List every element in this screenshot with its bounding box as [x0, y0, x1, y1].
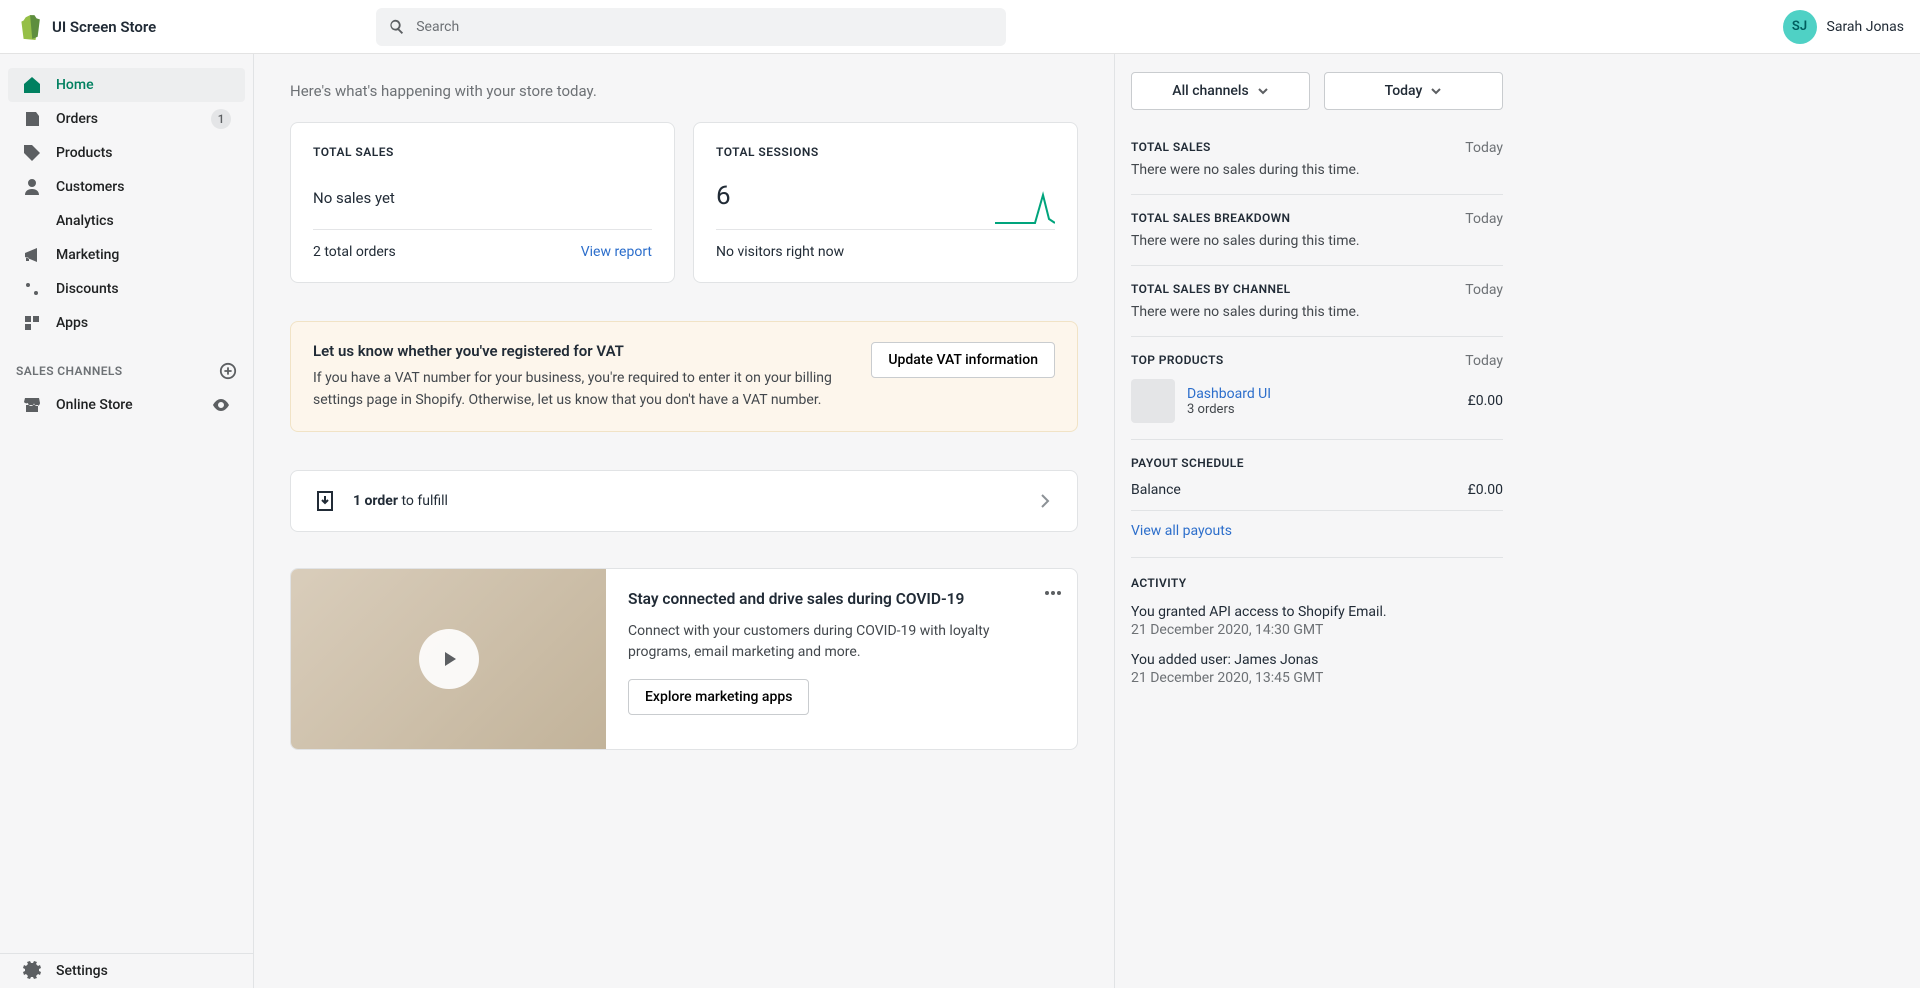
activity-item: You added user: James Jonas 21 December …	[1131, 652, 1503, 686]
sidebar: Home Orders 1 Products Customers Analyti…	[0, 54, 254, 988]
store-icon	[22, 395, 42, 415]
sidebar-item-label: Orders	[56, 111, 98, 127]
megaphone-icon	[22, 245, 42, 265]
activity-section: ACTIVITY You granted API access to Shopi…	[1131, 557, 1503, 686]
greeting-text: Here's what's happening with your store …	[290, 82, 1078, 100]
home-icon	[22, 75, 42, 95]
sidebar-item-discounts[interactable]: Discounts	[8, 272, 245, 306]
sidebar-item-label: Customers	[56, 179, 124, 195]
sidebar-item-label: Analytics	[56, 213, 114, 229]
sidebar-item-label: Discounts	[56, 281, 119, 297]
promo-video-thumb[interactable]	[291, 569, 606, 749]
sales-channels-header: SALES CHANNELS	[0, 340, 253, 388]
product-thumb	[1131, 379, 1175, 423]
promo-card: Stay connected and drive sales during CO…	[290, 568, 1078, 750]
sidebar-item-customers[interactable]: Customers	[8, 170, 245, 204]
chevron-down-icon	[1430, 85, 1442, 97]
banner-body: If you have a VAT number for your busine…	[313, 368, 851, 411]
percent-icon	[22, 279, 42, 299]
shopify-logo	[16, 14, 42, 40]
user-menu[interactable]: SJ Sarah Jonas	[1783, 10, 1904, 44]
sidebar-item-label: Online Store	[56, 397, 133, 413]
card-title: TOTAL SALES	[313, 145, 652, 159]
view-report-link[interactable]: View report	[581, 244, 652, 260]
banner-title: Let us know whether you've registered fo…	[313, 342, 851, 360]
main-content: Here's what's happening with your store …	[254, 54, 1114, 988]
stat-total-sales: TOTAL SALESToday There were no sales dur…	[1131, 124, 1503, 195]
person-icon	[22, 177, 42, 197]
period-filter[interactable]: Today	[1324, 72, 1503, 110]
orders-badge: 1	[211, 109, 231, 129]
view-payouts-link[interactable]: View all payouts	[1131, 511, 1503, 551]
avatar: SJ	[1783, 10, 1817, 44]
right-column: All channels Today TOTAL SALESToday Ther…	[1114, 54, 1519, 988]
user-name: Sarah Jonas	[1827, 19, 1904, 35]
total-sessions-card: TOTAL SESSIONS 6 No visitors right now	[693, 122, 1078, 283]
download-icon	[313, 489, 337, 513]
sidebar-item-apps[interactable]: Apps	[8, 306, 245, 340]
topbar: UI Screen Store Search SJ Sarah Jonas	[0, 0, 1920, 54]
search-input[interactable]: Search	[376, 8, 1006, 46]
sidebar-item-online-store[interactable]: Online Store	[8, 388, 245, 422]
sidebar-item-settings[interactable]: Settings	[8, 954, 245, 988]
balance-value: £0.00	[1468, 482, 1503, 498]
stat-top-products: TOP PRODUCTSToday Dashboard UI 3 orders …	[1131, 337, 1503, 440]
update-vat-button[interactable]: Update VAT information	[871, 342, 1055, 378]
task-text: 1 order to fulfill	[353, 493, 448, 509]
payout-section: PAYOUT SCHEDULE Balance £0.00 View all p…	[1131, 440, 1503, 551]
product-name-link[interactable]: Dashboard UI	[1187, 386, 1456, 402]
sidebar-item-label: Products	[56, 145, 113, 161]
explore-apps-button[interactable]: Explore marketing apps	[628, 679, 809, 715]
sidebar-item-analytics[interactable]: Analytics	[8, 204, 245, 238]
store-name: UI Screen Store	[52, 18, 156, 36]
sidebar-item-label: Home	[56, 77, 94, 93]
sidebar-item-home[interactable]: Home	[8, 68, 245, 102]
orders-icon	[22, 109, 42, 129]
total-sales-card: TOTAL SALES No sales yet 2 total orders …	[290, 122, 675, 283]
sessions-sparkline	[995, 189, 1055, 225]
more-icon[interactable]	[1043, 583, 1063, 603]
search-placeholder: Search	[416, 19, 459, 35]
search-icon	[388, 18, 406, 36]
activity-item: You granted API access to Shopify Email.…	[1131, 604, 1503, 638]
stat-sales-by-channel: TOTAL SALES BY CHANNELToday There were n…	[1131, 266, 1503, 337]
visitors-now: No visitors right now	[716, 244, 844, 260]
card-title: TOTAL SESSIONS	[716, 145, 1055, 159]
promo-title: Stay connected and drive sales during CO…	[628, 589, 1055, 611]
eye-icon[interactable]	[211, 395, 231, 415]
total-orders: 2 total orders	[313, 244, 396, 260]
chart-icon	[22, 211, 42, 231]
chevron-right-icon	[1035, 491, 1055, 511]
play-icon	[419, 629, 479, 689]
fulfill-task[interactable]: 1 order to fulfill	[290, 470, 1078, 532]
sidebar-item-products[interactable]: Products	[8, 136, 245, 170]
sidebar-item-marketing[interactable]: Marketing	[8, 238, 245, 272]
product-orders: 3 orders	[1187, 402, 1456, 417]
apps-icon	[22, 313, 42, 333]
add-channel-icon[interactable]	[219, 362, 237, 380]
chevron-down-icon	[1257, 85, 1269, 97]
total-sales-value: No sales yet	[313, 189, 652, 207]
tag-icon	[22, 143, 42, 163]
sidebar-item-label: Settings	[56, 963, 108, 979]
sidebar-item-orders[interactable]: Orders 1	[8, 102, 245, 136]
promo-body: Connect with your customers during COVID…	[628, 621, 1055, 663]
gear-icon	[22, 961, 42, 981]
product-price: £0.00	[1468, 393, 1503, 409]
channels-filter[interactable]: All channels	[1131, 72, 1310, 110]
balance-label: Balance	[1131, 482, 1181, 498]
stat-sales-breakdown: TOTAL SALES BREAKDOWNToday There were no…	[1131, 195, 1503, 266]
sidebar-item-label: Apps	[56, 315, 88, 331]
sidebar-item-label: Marketing	[56, 247, 119, 263]
vat-banner: Let us know whether you've registered fo…	[290, 321, 1078, 432]
